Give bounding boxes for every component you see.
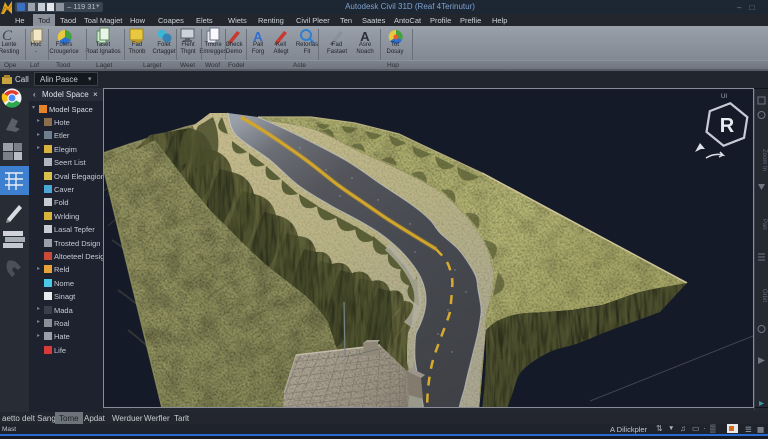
- svg-text:R: R: [720, 115, 735, 137]
- svg-text:UI: UI: [721, 94, 727, 100]
- svg-text:Zoom In: Zoom In: [761, 149, 767, 171]
- svg-text:Orbit: Orbit: [761, 289, 767, 302]
- svg-text:Pan: Pan: [761, 219, 767, 230]
